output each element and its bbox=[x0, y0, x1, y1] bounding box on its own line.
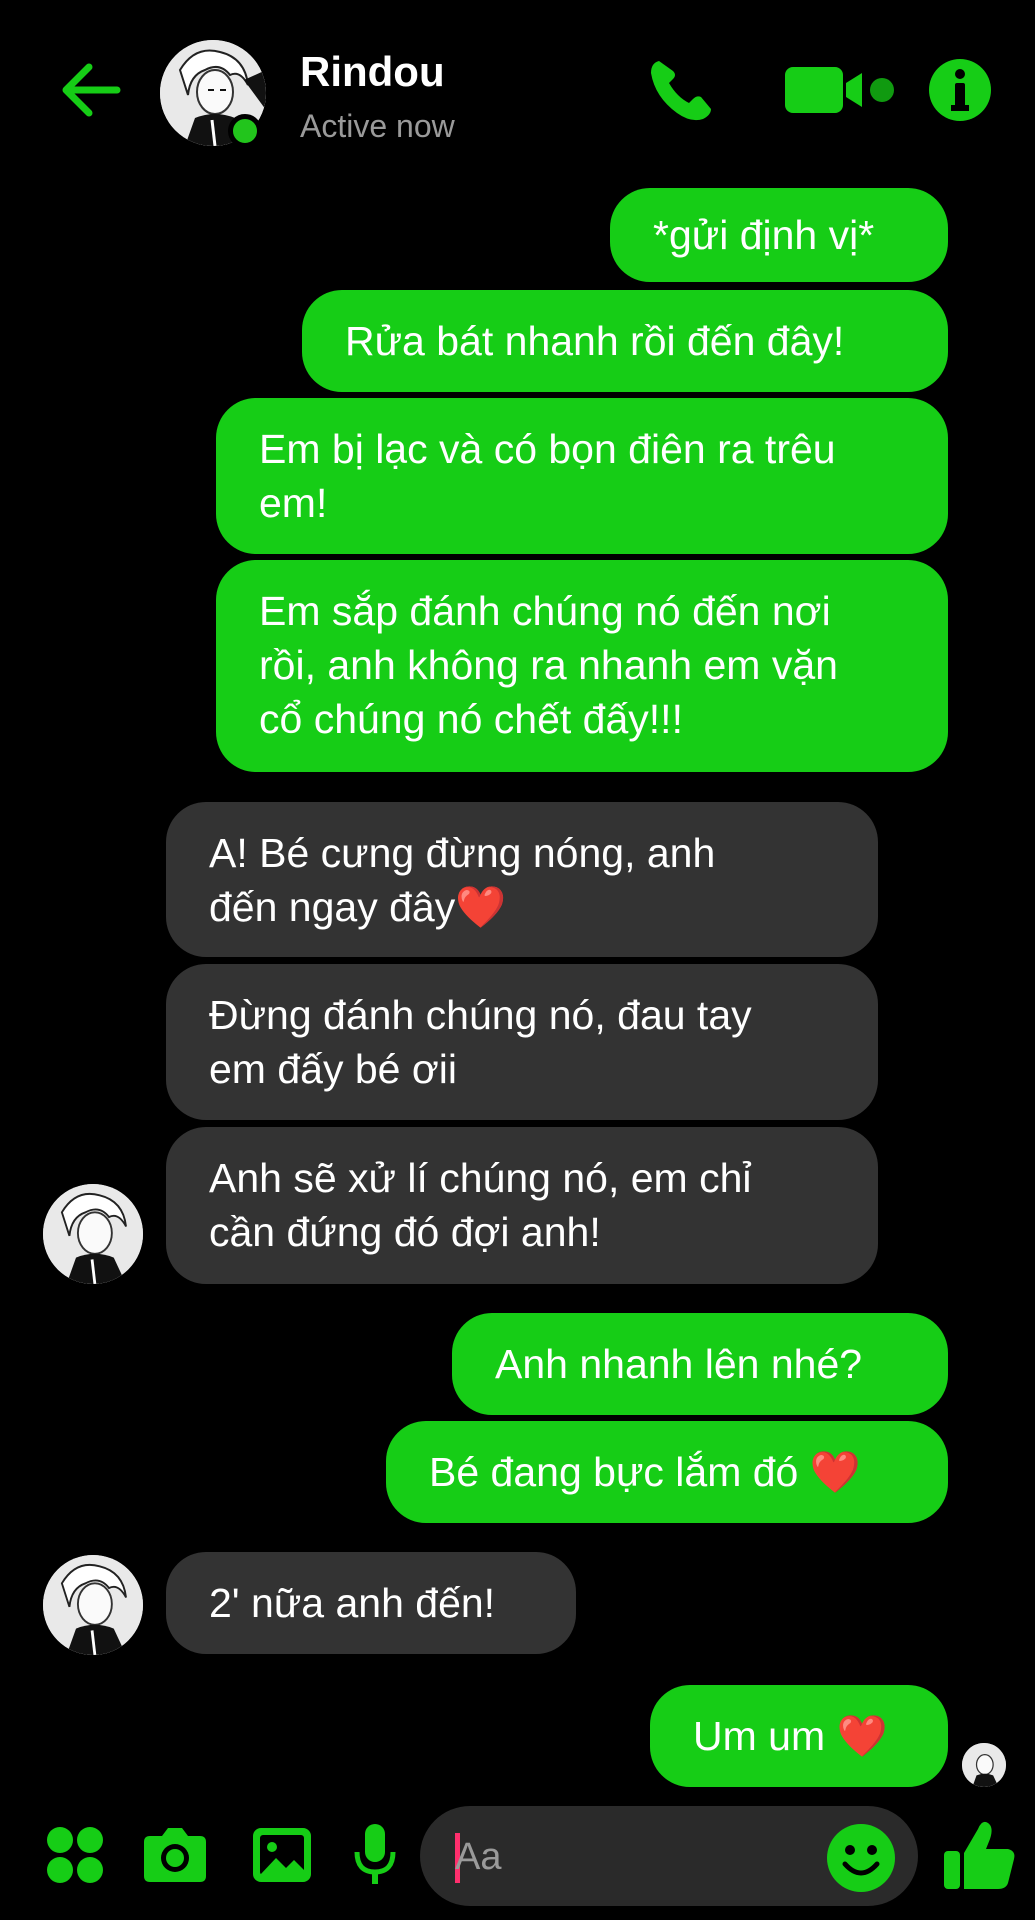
message-bubble-received[interactable]: Đừng đánh chúng nó, đau tay em đấy bé ơi… bbox=[166, 964, 878, 1120]
message-bubble-sent[interactable]: *gửi định vị* bbox=[610, 188, 948, 282]
contact-name[interactable]: Rindou bbox=[300, 48, 445, 96]
message-bubble-sent[interactable]: Um um ❤️ bbox=[650, 1685, 948, 1787]
message-bubble-received[interactable]: 2' nữa anh đến! bbox=[166, 1552, 576, 1654]
menu-dots-icon[interactable] bbox=[40, 1820, 110, 1890]
message-bubble-sent[interactable]: Em sắp đánh chúng nó đến nơi rồi, anh kh… bbox=[216, 560, 948, 772]
video-camera-icon[interactable] bbox=[780, 55, 900, 125]
image-icon[interactable] bbox=[250, 1820, 314, 1890]
message-bubble-sent[interactable]: Em bị lạc và có bọn điên ra trêu em! bbox=[216, 398, 948, 554]
message-bubble-sent[interactable]: Bé đang bực lắm đó ❤️ bbox=[386, 1421, 948, 1523]
microphone-icon[interactable] bbox=[350, 1820, 400, 1890]
message-bubble-sent[interactable]: Anh nhanh lên nhé? bbox=[452, 1313, 948, 1415]
message-bubble-sent[interactable]: Rửa bát nhanh rồi đến đây! bbox=[302, 290, 948, 392]
back-arrow-icon[interactable] bbox=[55, 55, 125, 125]
sender-avatar[interactable] bbox=[43, 1184, 143, 1284]
phone-icon[interactable] bbox=[645, 55, 720, 125]
message-bubble-received[interactable]: A! Bé cưng đừng nóng, anh đến ngay đây❤️ bbox=[166, 802, 878, 957]
chat-header: Rindou Active now bbox=[0, 0, 1035, 180]
active-status: Active now bbox=[300, 108, 455, 144]
sender-avatar[interactable] bbox=[43, 1555, 143, 1655]
message-input-placeholder: Aa bbox=[455, 1836, 502, 1878]
thumbs-up-icon[interactable] bbox=[940, 1815, 1020, 1895]
message-bubble-received[interactable]: Anh sẽ xử lí chúng nó, em chỉ cần đứng đ… bbox=[166, 1127, 878, 1284]
online-indicator bbox=[228, 114, 262, 148]
emoji-icon[interactable] bbox=[825, 1822, 897, 1894]
seen-receipt-avatar bbox=[962, 1743, 1006, 1787]
camera-icon[interactable] bbox=[140, 1820, 210, 1890]
info-icon[interactable] bbox=[925, 55, 995, 125]
